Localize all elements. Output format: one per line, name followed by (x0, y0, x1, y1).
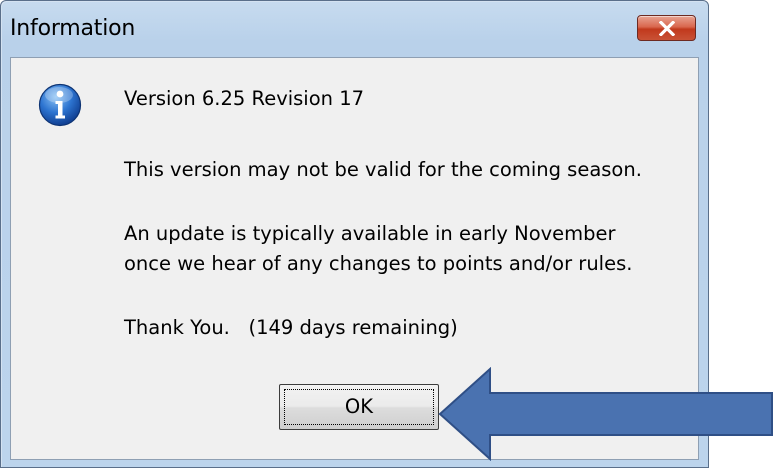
title-bar[interactable]: Information (1, 1, 708, 57)
arrow-left-icon (438, 367, 773, 461)
version-text: Version 6.25 Revision 17 (124, 87, 365, 110)
info-icon (38, 83, 82, 127)
ok-button[interactable]: OK (279, 384, 439, 430)
close-button[interactable] (637, 15, 696, 41)
days-remaining-text: Thank You. (149 days remaining) (124, 316, 458, 339)
validity-warning-text: This version may not be valid for the co… (124, 158, 642, 181)
close-x-icon (659, 21, 675, 36)
update-info-line-2: once we hear of any changes to points an… (124, 252, 633, 275)
window-title: Information (10, 16, 136, 41)
ok-button-label: OK (344, 395, 374, 418)
update-info-line-1: An update is typically available in earl… (124, 222, 616, 245)
